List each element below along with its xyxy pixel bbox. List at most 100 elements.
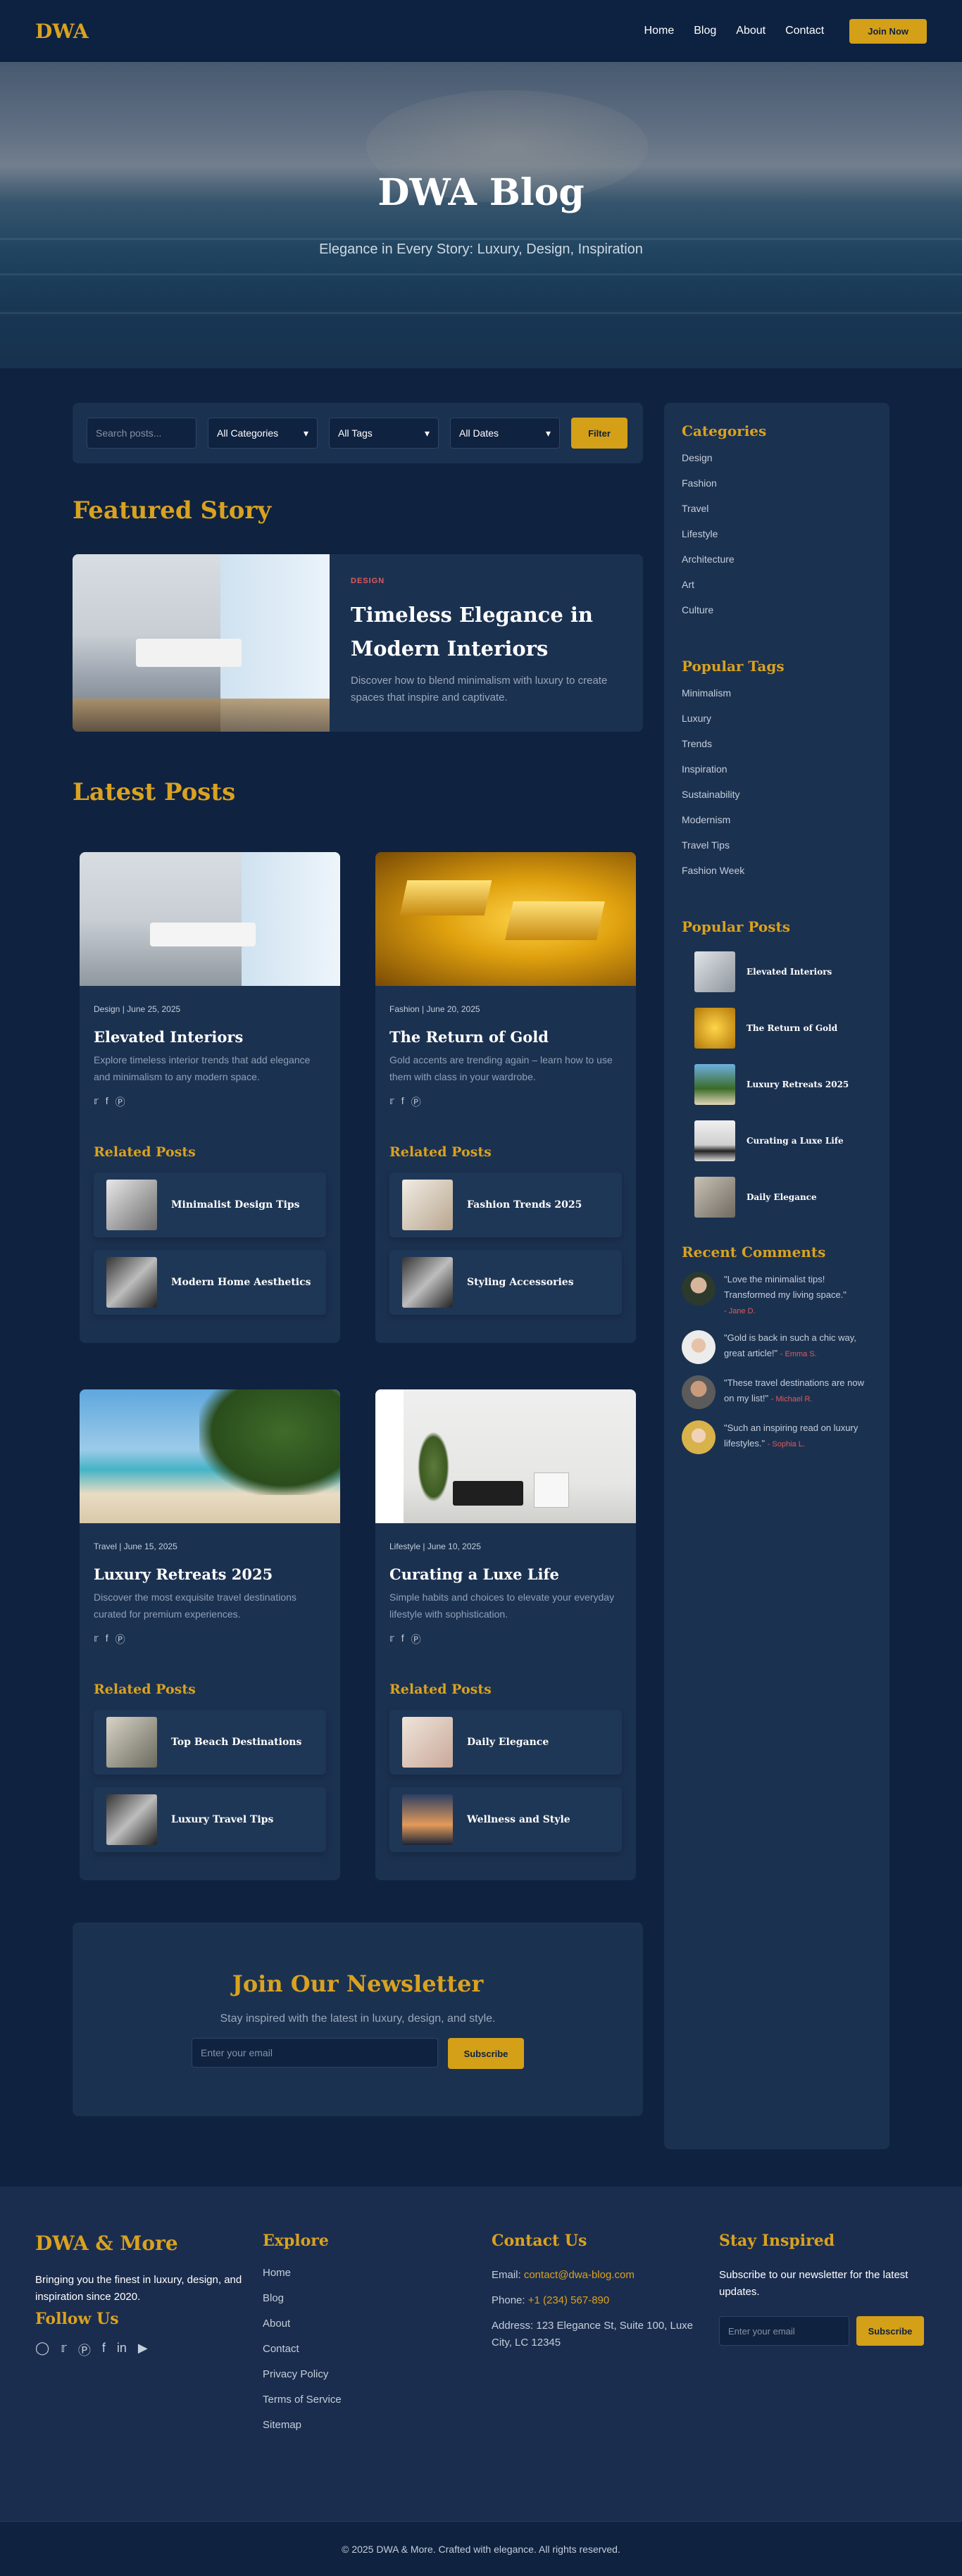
- tag-link[interactable]: Travel Tips: [682, 839, 872, 865]
- related-post-item[interactable]: Fashion Trends 2025: [389, 1173, 622, 1237]
- tag-link[interactable]: Modernism: [682, 814, 872, 839]
- youtube-icon[interactable]: ▶: [138, 2341, 148, 2359]
- pinterest-icon[interactable]: Ⓟ: [411, 1632, 421, 1646]
- featured-category-tag[interactable]: DESIGN: [351, 577, 622, 585]
- avatar: [682, 1272, 716, 1306]
- tag-link[interactable]: Inspiration: [682, 763, 872, 789]
- popular-post-item[interactable]: Elevated Interiors: [682, 944, 872, 1000]
- post-image-gold-bars[interactable]: [375, 852, 636, 986]
- comment-item: "Gold is back in such a chic way, great …: [682, 1330, 872, 1364]
- post-image-beach[interactable]: [80, 1389, 340, 1523]
- nav-home-link[interactable]: Home: [644, 25, 675, 37]
- tag-link[interactable]: Luxury: [682, 713, 872, 738]
- category-link[interactable]: Fashion: [682, 477, 872, 503]
- footer-link[interactable]: Blog: [263, 2292, 439, 2318]
- nav-blog-link[interactable]: Blog: [694, 25, 716, 37]
- related-post-title: Styling Accessories: [467, 1277, 574, 1288]
- tag-link[interactable]: Sustainability: [682, 789, 872, 814]
- hero-banner: DWA Blog Elegance in Every Story: Luxury…: [0, 62, 962, 368]
- related-post-item[interactable]: Modern Home Aesthetics: [94, 1250, 326, 1315]
- related-post-item[interactable]: Wellness and Style: [389, 1787, 622, 1852]
- footer-social-icons: ◯ 𝕣 Ⓟ f in ▶: [35, 2341, 246, 2359]
- newsletter-subscribe-button[interactable]: Subscribe: [448, 2038, 524, 2069]
- contact-email-link[interactable]: contact@dwa-blog.com: [524, 2269, 635, 2281]
- pinterest-icon[interactable]: Ⓟ: [115, 1632, 125, 1646]
- featured-story-title[interactable]: Timeless Elegance in Modern Interiors: [351, 598, 622, 665]
- post-title[interactable]: Luxury Retreats 2025: [94, 1565, 326, 1583]
- filter-button[interactable]: Filter: [571, 418, 627, 449]
- post-image-interior[interactable]: [80, 852, 340, 986]
- comment-text: "Love the minimalist tips! Transformed m…: [724, 1274, 847, 1300]
- pinterest-icon[interactable]: Ⓟ: [78, 2341, 91, 2359]
- footer-link[interactable]: Privacy Policy: [263, 2368, 439, 2394]
- related-post-item[interactable]: Styling Accessories: [389, 1250, 622, 1315]
- tag-link[interactable]: Fashion Week: [682, 865, 872, 890]
- popular-post-item[interactable]: Curating a Luxe Life: [682, 1113, 872, 1169]
- instagram-icon[interactable]: ◯: [35, 2341, 49, 2359]
- facebook-icon[interactable]: f: [102, 2341, 106, 2359]
- twitter-icon[interactable]: 𝕣: [389, 1095, 394, 1109]
- popular-post-item[interactable]: Luxury Retreats 2025: [682, 1056, 872, 1113]
- category-link[interactable]: Culture: [682, 604, 872, 630]
- footer-link[interactable]: Terms of Service: [263, 2394, 439, 2419]
- category-list: Design Fashion Travel Lifestyle Architec…: [682, 452, 872, 630]
- footer-brand-column: DWA & More Bringing you the finest in lu…: [35, 2232, 246, 2359]
- nav-contact-link[interactable]: Contact: [785, 25, 824, 37]
- twitter-icon[interactable]: 𝕣: [94, 1095, 99, 1109]
- related-post-item[interactable]: Top Beach Destinations: [94, 1710, 326, 1775]
- twitter-icon[interactable]: 𝕣: [94, 1632, 99, 1646]
- post-title[interactable]: Elevated Interiors: [94, 1028, 326, 1046]
- comment-item: "Such an inspiring read on luxury lifest…: [682, 1420, 872, 1454]
- contact-phone-link[interactable]: +1 (234) 567-890: [528, 2294, 610, 2306]
- category-link[interactable]: Lifestyle: [682, 528, 872, 554]
- filter-bar: Search posts... All Categories ▾ All Tags…: [73, 403, 643, 463]
- featured-story-body: DESIGN Timeless Elegance in Modern Inter…: [330, 554, 643, 732]
- site-logo[interactable]: DWA: [35, 20, 89, 43]
- related-post-item[interactable]: Minimalist Design Tips: [94, 1173, 326, 1237]
- twitter-icon[interactable]: 𝕣: [61, 2341, 67, 2359]
- pinterest-icon[interactable]: Ⓟ: [411, 1095, 421, 1109]
- popular-post-item[interactable]: The Return of Gold: [682, 1000, 872, 1056]
- footer-link[interactable]: Contact: [263, 2343, 439, 2368]
- footer-brand: DWA & More: [35, 2232, 178, 2255]
- post-title[interactable]: The Return of Gold: [389, 1028, 622, 1046]
- category-link[interactable]: Travel: [682, 503, 872, 528]
- newsletter-email-input[interactable]: Enter your email: [192, 2038, 438, 2068]
- category-select[interactable]: All Categories ▾: [208, 418, 318, 449]
- related-post-title: Top Beach Destinations: [171, 1737, 302, 1748]
- category-link[interactable]: Architecture: [682, 554, 872, 579]
- category-link[interactable]: Design: [682, 452, 872, 477]
- facebook-icon[interactable]: f: [401, 1632, 404, 1646]
- related-post-title: Fashion Trends 2025: [467, 1199, 582, 1211]
- tag-link[interactable]: Minimalism: [682, 687, 872, 713]
- featured-interior-image[interactable]: [73, 554, 330, 732]
- facebook-icon[interactable]: f: [106, 1632, 108, 1646]
- facebook-icon[interactable]: f: [106, 1095, 108, 1109]
- tag-link[interactable]: Trends: [682, 738, 872, 763]
- related-post-item[interactable]: Daily Elegance: [389, 1710, 622, 1775]
- date-select[interactable]: All Dates ▾: [450, 418, 560, 449]
- pinterest-icon[interactable]: Ⓟ: [115, 1095, 125, 1109]
- popular-post-item[interactable]: Daily Elegance: [682, 1169, 872, 1225]
- footer-link[interactable]: Sitemap: [263, 2419, 439, 2444]
- popular-post-thumbnail: [694, 1064, 735, 1105]
- related-post-title: Daily Elegance: [467, 1737, 549, 1748]
- category-link[interactable]: Art: [682, 579, 872, 604]
- footer-subscribe-button[interactable]: Subscribe: [856, 2316, 924, 2346]
- comment-item: "Love the minimalist tips! Transformed m…: [682, 1272, 872, 1319]
- featured-story-card[interactable]: DESIGN Timeless Elegance in Modern Inter…: [73, 554, 643, 732]
- chevron-down-icon: ▾: [545, 427, 551, 439]
- search-input[interactable]: Search posts...: [87, 418, 196, 449]
- tag-select[interactable]: All Tags ▾: [329, 418, 439, 449]
- post-title[interactable]: Curating a Luxe Life: [389, 1565, 622, 1583]
- linkedin-icon[interactable]: in: [117, 2341, 127, 2359]
- twitter-icon[interactable]: 𝕣: [389, 1632, 394, 1646]
- nav-about-link[interactable]: About: [736, 25, 766, 37]
- related-post-item[interactable]: Luxury Travel Tips: [94, 1787, 326, 1852]
- footer-email-input[interactable]: Enter your email: [719, 2316, 849, 2346]
- join-now-button[interactable]: Join Now: [849, 18, 927, 44]
- post-image-living-room[interactable]: [375, 1389, 636, 1523]
- footer-link[interactable]: About: [263, 2318, 439, 2343]
- facebook-icon[interactable]: f: [401, 1095, 404, 1109]
- footer-link[interactable]: Home: [263, 2267, 439, 2292]
